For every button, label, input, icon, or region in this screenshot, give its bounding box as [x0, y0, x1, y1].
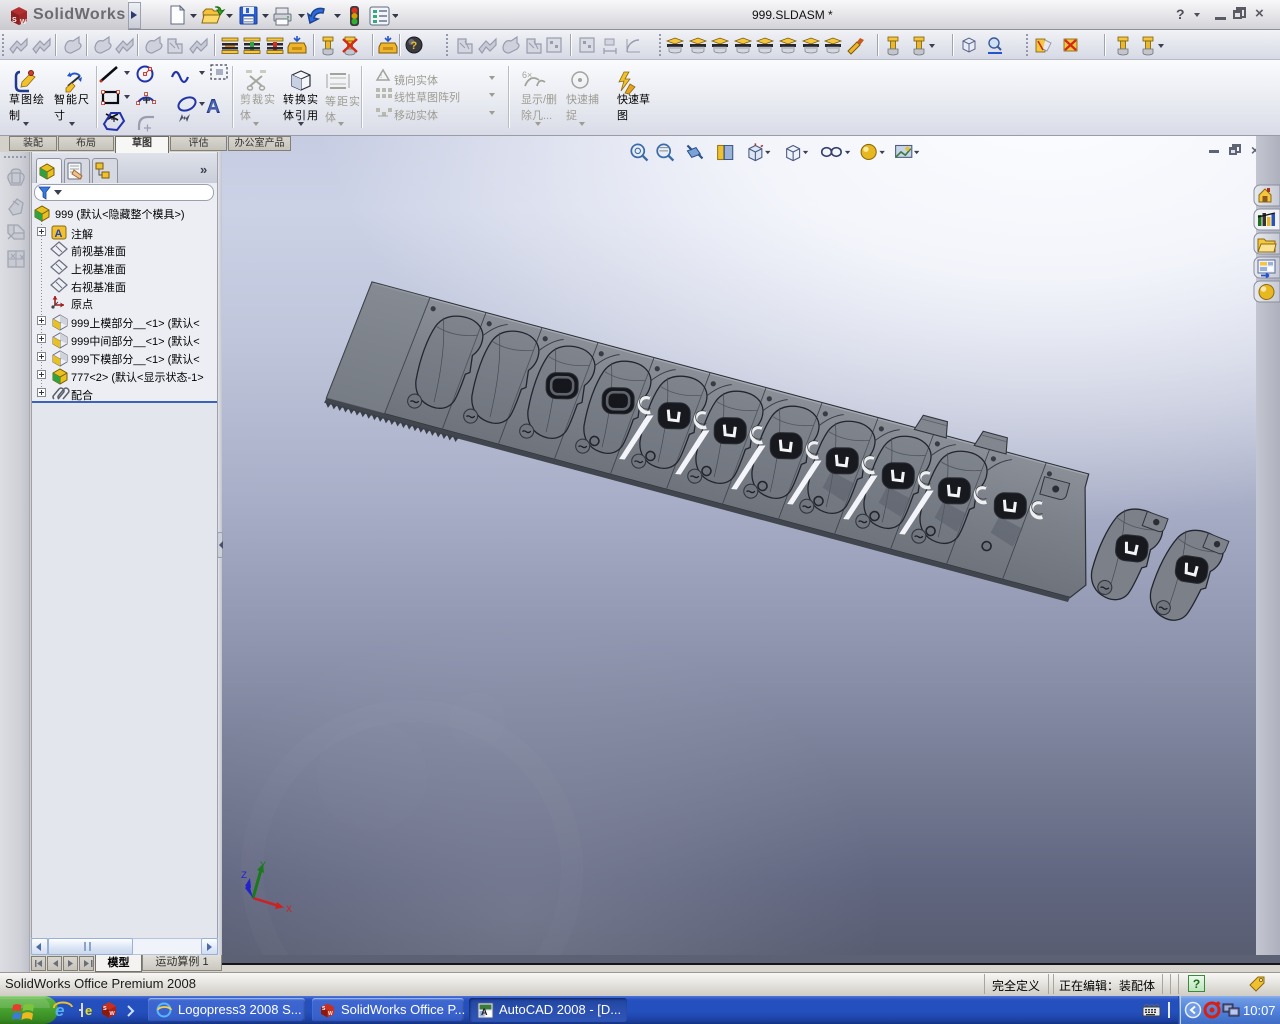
svg-text:!: !: [380, 71, 382, 80]
svg-text:e: e: [85, 1003, 92, 1018]
svg-text:A: A: [55, 228, 63, 240]
svg-text:A: A: [481, 1007, 488, 1017]
svg-text:X: X: [286, 905, 292, 916]
svg-text:6×: 6×: [522, 70, 532, 80]
svg-text:S: S: [103, 1006, 107, 1012]
svg-text:W: W: [110, 1011, 116, 1017]
svg-text:W: W: [328, 1011, 333, 1017]
svg-text:Z: Z: [241, 871, 247, 882]
svg-text:Y: Y: [260, 861, 266, 872]
